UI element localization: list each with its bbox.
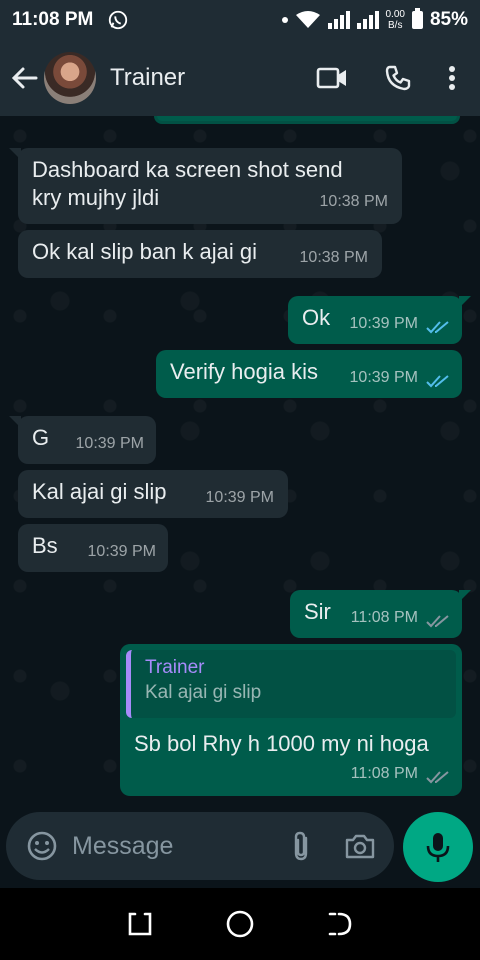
- voice-record-button[interactable]: [403, 812, 473, 882]
- message-input[interactable]: Message: [72, 832, 290, 861]
- contact-name[interactable]: Trainer: [110, 64, 185, 92]
- signal-icon: [356, 11, 379, 29]
- message-composer[interactable]: Message: [6, 812, 394, 880]
- voice-call-icon[interactable]: [384, 64, 412, 92]
- message-time: 10:39 PM: [87, 543, 156, 560]
- message-incoming[interactable]: Ok kal slip ban k ajai gi 10:38 PM: [18, 230, 382, 278]
- message-time: 10:38 PM: [299, 249, 368, 266]
- avatar[interactable]: [44, 52, 96, 104]
- message-incoming[interactable]: G 10:39 PM: [9, 416, 156, 464]
- back-nav-icon[interactable]: [325, 909, 355, 939]
- net-speed: 0.00 B/s: [386, 9, 405, 31]
- message-incoming[interactable]: Dashboard ka screen shot send kry mujhy …: [9, 148, 402, 224]
- message-outgoing[interactable]: Ok 10:39 PM: [288, 296, 471, 344]
- attachment-icon[interactable]: [290, 830, 312, 862]
- net-speed-unit: B/s: [388, 20, 403, 31]
- system-nav-bar: [0, 888, 480, 960]
- whatsapp-icon: [109, 10, 128, 30]
- notification-dot: [281, 17, 288, 23]
- message-time: 11:08 PM: [350, 765, 418, 782]
- chat-header: Trainer: [0, 40, 480, 116]
- video-call-icon[interactable]: [316, 66, 348, 90]
- battery-percent: 85%: [429, 9, 468, 30]
- quoted-text: Kal ajai gi slip: [145, 682, 262, 703]
- message-outgoing-reply[interactable]: Trainer Kal ajai gi slip Sb bol Rhy h 10…: [120, 644, 462, 796]
- message-text: Sb bol Rhy h 1000 my ni hoga: [134, 731, 429, 756]
- message-time: 10:38 PM: [319, 193, 388, 210]
- net-speed-value: 0.00: [385, 9, 405, 20]
- signal-icon: [327, 11, 350, 29]
- message-list[interactable]: Dashboard ka screen shot send kry mujhy …: [0, 116, 480, 806]
- camera-icon[interactable]: [344, 832, 376, 860]
- microphone-icon: [426, 833, 450, 862]
- home-icon[interactable]: [224, 908, 256, 940]
- message-time: 10:39 PM: [205, 489, 274, 506]
- message-time: 10:39 PM: [349, 369, 418, 386]
- battery-icon: [411, 8, 423, 29]
- delivered-ticks-icon: [426, 615, 449, 628]
- status-time: 11:08 PM: [12, 9, 94, 30]
- delivered-ticks-icon: [426, 771, 449, 784]
- more-options-icon[interactable]: [448, 65, 456, 91]
- message-time: 10:39 PM: [75, 435, 144, 452]
- recents-icon[interactable]: [125, 909, 155, 939]
- read-ticks-icon: [426, 321, 449, 334]
- wifi-icon: [295, 11, 320, 28]
- message-incoming[interactable]: Bs 10:39 PM: [18, 524, 168, 572]
- previous-message-edge: [154, 116, 460, 124]
- read-ticks-icon: [426, 375, 449, 388]
- message-time: 10:39 PM: [349, 315, 418, 332]
- back-arrow-icon[interactable]: [10, 63, 40, 93]
- quoted-author: Trainer: [145, 657, 205, 678]
- message-outgoing[interactable]: Sir 11:08 PM: [290, 590, 471, 638]
- message-text: Dashboard ka screen shot send: [32, 157, 343, 182]
- emoji-icon[interactable]: [26, 830, 58, 862]
- message-incoming[interactable]: Kal ajai gi slip 10:39 PM: [18, 470, 288, 518]
- quoted-message[interactable]: Trainer Kal ajai gi slip: [126, 650, 456, 718]
- message-outgoing[interactable]: Verify hogia kis 10:39 PM: [156, 350, 462, 398]
- status-bar: 11:08 PM 0.00 B/s 85%: [0, 0, 480, 40]
- message-time: 11:08 PM: [350, 609, 418, 626]
